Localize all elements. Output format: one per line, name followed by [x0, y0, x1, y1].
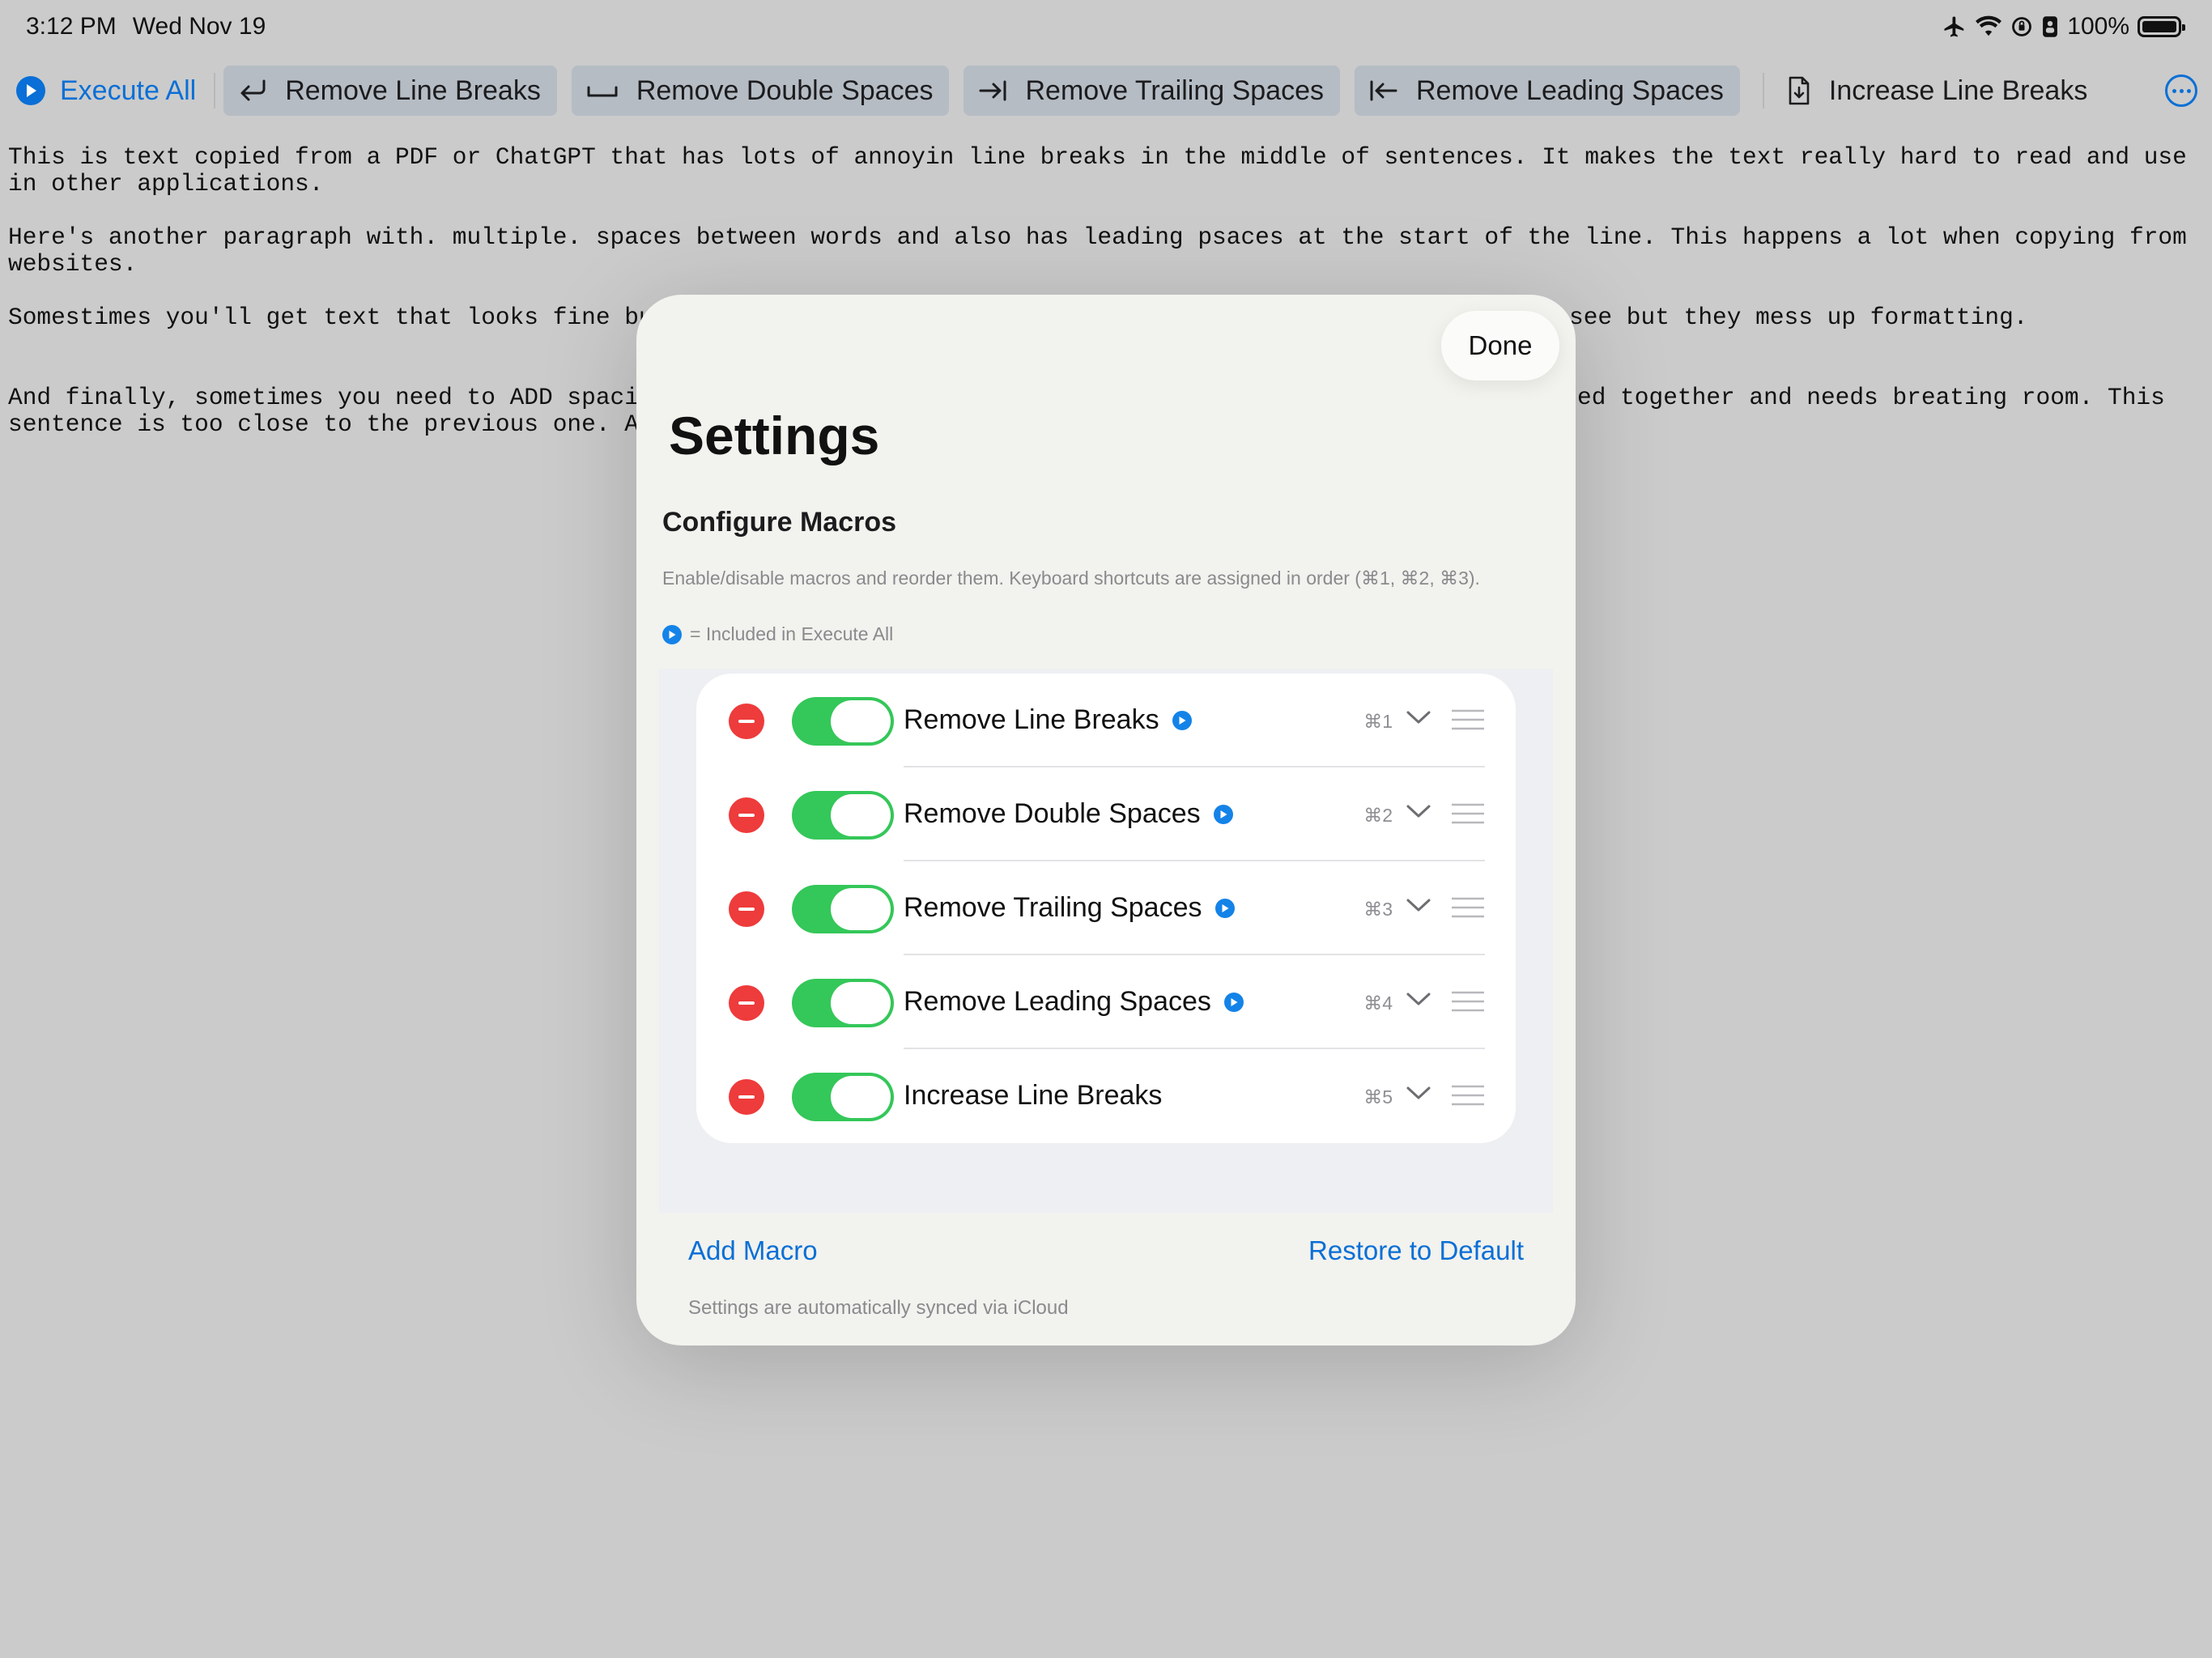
chevron-down-icon[interactable]: [1406, 897, 1431, 913]
return-arrow-icon: [240, 79, 266, 101]
battery-percent: 100%: [2067, 13, 2129, 40]
macro-enabled-toggle[interactable]: [792, 979, 894, 1027]
macro-name-label: Remove Trailing Spaces: [904, 892, 1202, 923]
paragraph-fragment: Somestimes you'll get text that looks fi…: [8, 304, 668, 331]
battery-icon: [2138, 16, 2185, 37]
delete-macro-button[interactable]: [729, 704, 764, 739]
drag-handle-icon[interactable]: [1451, 897, 1485, 918]
macro-name-label: Remove Leading Spaces: [904, 986, 1211, 1017]
macro-name: Remove Line Breaks: [904, 704, 1192, 736]
macro-name: Increase Line Breaks: [904, 1080, 1162, 1112]
drag-handle-icon[interactable]: [1451, 803, 1485, 824]
remove-leading-spaces-button[interactable]: Remove Leading Spaces: [1355, 66, 1740, 116]
execute-all-indicator-icon: [1214, 898, 1235, 918]
execute-all-indicator-icon: [1213, 804, 1233, 824]
macro-name-label: Remove Double Spaces: [904, 798, 1201, 829]
chevron-down-icon[interactable]: [1406, 709, 1431, 725]
toolbar-separator: [1762, 73, 1764, 108]
status-right: 100%: [1942, 13, 2185, 40]
remove-trailing-spaces-label: Remove Trailing Spaces: [1025, 74, 1324, 106]
chevron-down-icon[interactable]: [1406, 991, 1431, 1007]
status-time: 3:12 PM: [26, 13, 117, 40]
macro-enabled-toggle[interactable]: [792, 1073, 894, 1121]
remove-double-spaces-label: Remove Double Spaces: [636, 74, 934, 106]
status-date: Wed Nov 19: [132, 13, 266, 40]
paragraph: This is text copied from a PDF or ChatGP…: [8, 143, 2201, 198]
paragraph-fragment: see but they mess up formatting.: [1569, 304, 2028, 331]
shortcut-label: ⌘2: [1363, 805, 1393, 826]
execute-all-indicator-icon: [1172, 710, 1192, 730]
arrow-right-to-line-icon: [979, 80, 1006, 101]
increase-line-breaks-label: Increase Line Breaks: [1828, 74, 2088, 106]
execute-all-label: Execute All: [60, 74, 197, 106]
delete-macro-button[interactable]: [729, 985, 764, 1021]
settings-sheet: Done Settings Configure Macros Enable/di…: [636, 295, 1576, 1346]
shortcut-label: ⌘4: [1363, 993, 1393, 1014]
macro-toolbar: Execute All Remove Line Breaks Remove Do…: [0, 63, 2212, 118]
macro-enabled-toggle[interactable]: [792, 791, 894, 840]
delete-macro-button[interactable]: [729, 1079, 764, 1115]
section-title: Configure Macros: [662, 507, 897, 538]
delete-macro-button[interactable]: [729, 891, 764, 927]
play-icon: [16, 76, 45, 105]
execute-all-button[interactable]: Execute All: [11, 66, 206, 116]
shortcut-label: ⌘1: [1363, 711, 1393, 732]
remove-leading-spaces-label: Remove Leading Spaces: [1416, 74, 1724, 106]
macro-name: Remove Double Spaces: [904, 798, 1233, 830]
macro-row: Remove Trailing Spaces ⌘3: [696, 861, 1516, 955]
orientation-lock-icon: [2012, 17, 2032, 36]
macro-row: Remove Leading Spaces ⌘4: [696, 955, 1516, 1049]
macro-enabled-toggle[interactable]: [792, 885, 894, 933]
arrow-left-to-line-icon: [1370, 80, 1397, 101]
battery: 100%: [2067, 13, 2185, 40]
paragraph-fragment: sentence is too close to the previous on…: [8, 410, 653, 438]
paragraph-fragment: ed together and needs breating room. Thi…: [1577, 384, 2165, 411]
macro-name-label: Increase Line Breaks: [904, 1080, 1163, 1111]
paragraph: Here's another paragraph with. multiple.…: [8, 223, 2201, 278]
macro-name: Remove Leading Spaces: [904, 986, 1244, 1018]
drag-handle-icon[interactable]: [1451, 709, 1485, 730]
document-arrow-down-icon: [1789, 76, 1810, 105]
drag-handle-icon[interactable]: [1451, 1085, 1485, 1106]
toolbar-separator: [214, 73, 216, 108]
more-options-icon[interactable]: [2165, 74, 2197, 107]
chevron-down-icon[interactable]: [1406, 803, 1431, 819]
macro-name: Remove Trailing Spaces: [904, 892, 1235, 924]
focus-icon: [2043, 16, 2058, 37]
execute-all-indicator-icon: [662, 624, 682, 644]
section-description: Enable/disable macros and reorder them. …: [662, 568, 1480, 589]
paragraph-fragment: And finally, sometimes you need to ADD s…: [8, 384, 653, 411]
macro-list: Remove Line Breaks ⌘1 Remove Double Spac…: [696, 674, 1516, 1143]
legend-label: = Included in Execute All: [690, 623, 894, 644]
status-bar: 3:12 PM Wed Nov 19 100%: [0, 0, 2212, 53]
space-bar-icon: [587, 86, 618, 97]
execute-all-indicator-icon: [1223, 992, 1244, 1012]
macro-row: Remove Line Breaks ⌘1: [696, 674, 1516, 767]
macro-row: Increase Line Breaks ⌘5: [696, 1049, 1516, 1143]
airplane-icon: [1944, 16, 1964, 37]
increase-line-breaks-button[interactable]: Increase Line Breaks: [1772, 66, 2104, 116]
execute-all-legend: = Included in Execute All: [662, 623, 893, 645]
add-macro-button[interactable]: Add Macro: [688, 1235, 818, 1266]
remove-line-breaks-label: Remove Line Breaks: [285, 74, 541, 106]
wifi-icon: [1976, 15, 2002, 36]
shortcut-label: ⌘3: [1363, 899, 1393, 920]
shortcut-label: ⌘5: [1363, 1086, 1393, 1107]
restore-default-button[interactable]: Restore to Default: [1308, 1235, 1524, 1266]
macro-name-label: Remove Line Breaks: [904, 704, 1159, 735]
remove-double-spaces-button[interactable]: Remove Double Spaces: [571, 66, 950, 116]
remove-trailing-spaces-button[interactable]: Remove Trailing Spaces: [963, 66, 1340, 116]
done-button[interactable]: Done: [1441, 311, 1559, 380]
drag-handle-icon[interactable]: [1451, 991, 1485, 1012]
sync-note: Settings are automatically synced via iC…: [688, 1297, 1069, 1319]
chevron-down-icon[interactable]: [1406, 1085, 1431, 1101]
status-left: 3:12 PM Wed Nov 19: [26, 13, 266, 40]
delete-macro-button[interactable]: [729, 797, 764, 833]
macro-enabled-toggle[interactable]: [792, 697, 894, 746]
page-title: Settings: [669, 406, 880, 466]
macro-row: Remove Double Spaces ⌘2: [696, 767, 1516, 861]
remove-line-breaks-button[interactable]: Remove Line Breaks: [223, 66, 557, 116]
